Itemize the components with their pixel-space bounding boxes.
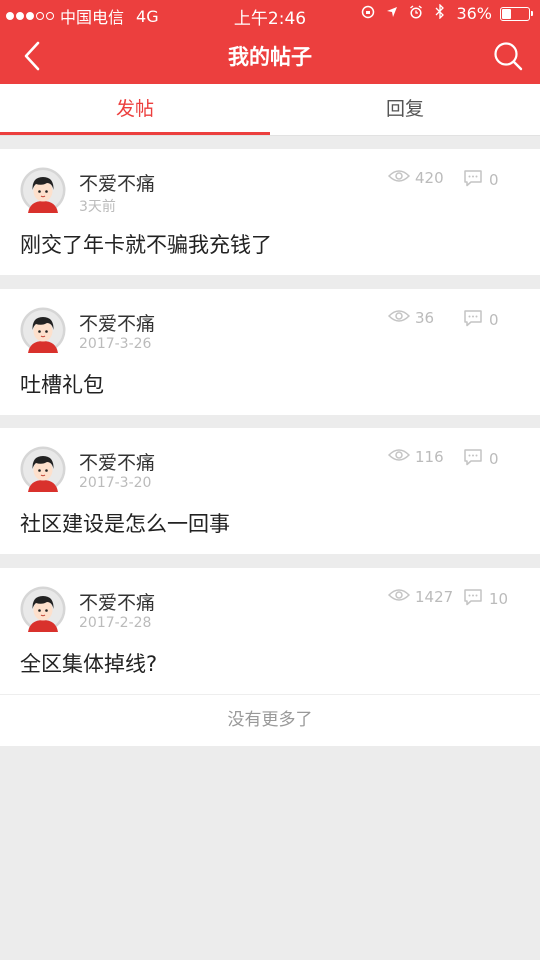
post-date: 2017-3-26 xyxy=(79,336,152,352)
tab-indicator xyxy=(0,132,270,135)
post-date: 2017-3-20 xyxy=(79,475,152,491)
post-views: 116 xyxy=(387,448,444,466)
status-right: 36% xyxy=(360,3,533,23)
post-date: 2017-2-28 xyxy=(79,615,152,631)
no-more-footer: 没有更多了 xyxy=(0,694,540,746)
app-header: 中国电信 4G 上午2:46 36% 我的帖子 xyxy=(0,0,540,84)
view-count: 420 xyxy=(415,169,444,187)
post-title: 社区建设是怎么一回事 xyxy=(20,512,230,536)
avatar xyxy=(20,167,66,213)
battery-percent: 36% xyxy=(456,4,492,23)
avatar xyxy=(20,586,66,632)
comment-icon xyxy=(463,169,483,191)
post-comments: 10 xyxy=(463,588,508,610)
status-bar: 中国电信 4G 上午2:46 36% xyxy=(0,0,540,29)
view-count: 1427 xyxy=(415,588,454,606)
post-views: 36 xyxy=(387,309,435,327)
post-card[interactable]: 不爱不痛 2017-3-20 116 0 社区建设是怎么一回事 xyxy=(0,428,540,554)
comment-count: 0 xyxy=(489,311,499,329)
comment-icon xyxy=(463,448,483,470)
post-title: 刚交了年卡就不骗我充钱了 xyxy=(20,233,272,257)
post-author: 不爱不痛 xyxy=(79,313,156,335)
post-author: 不爱不痛 xyxy=(79,592,156,614)
search-icon xyxy=(494,42,523,71)
post-comments: 0 xyxy=(463,309,499,331)
rotation-lock-icon xyxy=(360,5,376,23)
eye-icon xyxy=(387,448,411,466)
post-views: 420 xyxy=(387,169,444,187)
post-comments: 0 xyxy=(463,169,499,191)
search-button[interactable] xyxy=(490,38,526,74)
tab-posts[interactable]: 发帖 xyxy=(0,84,270,136)
bluetooth-icon xyxy=(432,3,448,23)
comment-count: 0 xyxy=(489,450,499,468)
post-card[interactable]: 不爱不痛 2017-3-26 36 0 吐槽礼包 xyxy=(0,289,540,415)
tab-bar: 发帖 回复 xyxy=(0,84,540,136)
post-date: 3天前 xyxy=(79,199,116,215)
post-card[interactable]: 不爱不痛 2017-2-28 1427 10 全区集体掉线? xyxy=(0,568,540,694)
eye-icon xyxy=(387,169,411,187)
navbar: 我的帖子 xyxy=(0,28,540,84)
post-comments: 0 xyxy=(463,448,499,470)
comment-icon xyxy=(463,588,483,610)
comment-count: 10 xyxy=(489,590,509,608)
post-author: 不爱不痛 xyxy=(79,452,156,474)
post-card[interactable]: 不爱不痛 3天前 420 0 刚交了年卡就不骗我充钱了 xyxy=(0,149,540,275)
view-count: 116 xyxy=(415,448,444,466)
eye-icon xyxy=(387,588,411,606)
post-author: 不爱不痛 xyxy=(79,173,156,195)
comment-count: 0 xyxy=(489,171,499,189)
post-views: 1427 xyxy=(387,588,454,606)
alarm-icon xyxy=(408,4,424,23)
location-arrow-icon xyxy=(384,5,400,23)
avatar xyxy=(20,307,66,353)
page-title: 我的帖子 xyxy=(228,45,312,69)
battery-icon xyxy=(500,6,533,21)
view-count: 36 xyxy=(415,309,435,327)
eye-icon xyxy=(387,309,411,327)
avatar xyxy=(20,446,66,492)
tab-replies[interactable]: 回复 xyxy=(270,84,540,136)
comment-icon xyxy=(463,309,483,331)
post-title: 全区集体掉线? xyxy=(20,652,158,676)
post-title: 吐槽礼包 xyxy=(20,373,104,397)
